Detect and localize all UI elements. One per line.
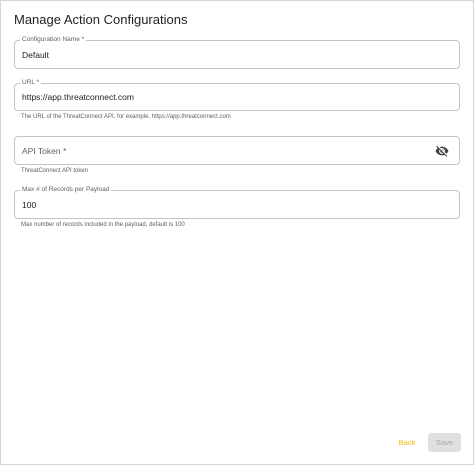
url-field[interactable]: URL * https://app.threatconnect.com bbox=[14, 78, 460, 111]
configuration-name-value: Default bbox=[22, 49, 49, 60]
api-token-placeholder: API Token * bbox=[22, 145, 67, 156]
max-records-value: 100 bbox=[22, 199, 37, 210]
url-value: https://app.threatconnect.com bbox=[22, 92, 134, 102]
save-button[interactable]: Save bbox=[428, 433, 461, 452]
configuration-name-label: Configuration Name * bbox=[20, 35, 87, 45]
api-token-helper-text: ThreatConnect API token bbox=[21, 168, 89, 174]
url-label: URL * bbox=[20, 78, 42, 88]
dialog-title: Manage Action Configurations bbox=[14, 12, 188, 27]
max-records-label: Max # of Records per Payload bbox=[20, 185, 112, 195]
visibility-off-icon[interactable] bbox=[435, 144, 449, 158]
max-records-field[interactable]: Max # of Records per Payload 100 bbox=[14, 185, 460, 219]
max-records-helper-text: Max number of records included in the pa… bbox=[21, 222, 185, 228]
manage-action-configurations-dialog: Manage Action Configurations Configurati… bbox=[0, 0, 474, 465]
configuration-name-field[interactable]: Configuration Name * Default bbox=[14, 35, 460, 69]
back-button[interactable]: Back bbox=[392, 434, 422, 451]
api-token-field[interactable]: API Token * bbox=[14, 136, 460, 165]
url-helper-text: The URL of the ThreatConnect API, for ex… bbox=[21, 114, 231, 120]
